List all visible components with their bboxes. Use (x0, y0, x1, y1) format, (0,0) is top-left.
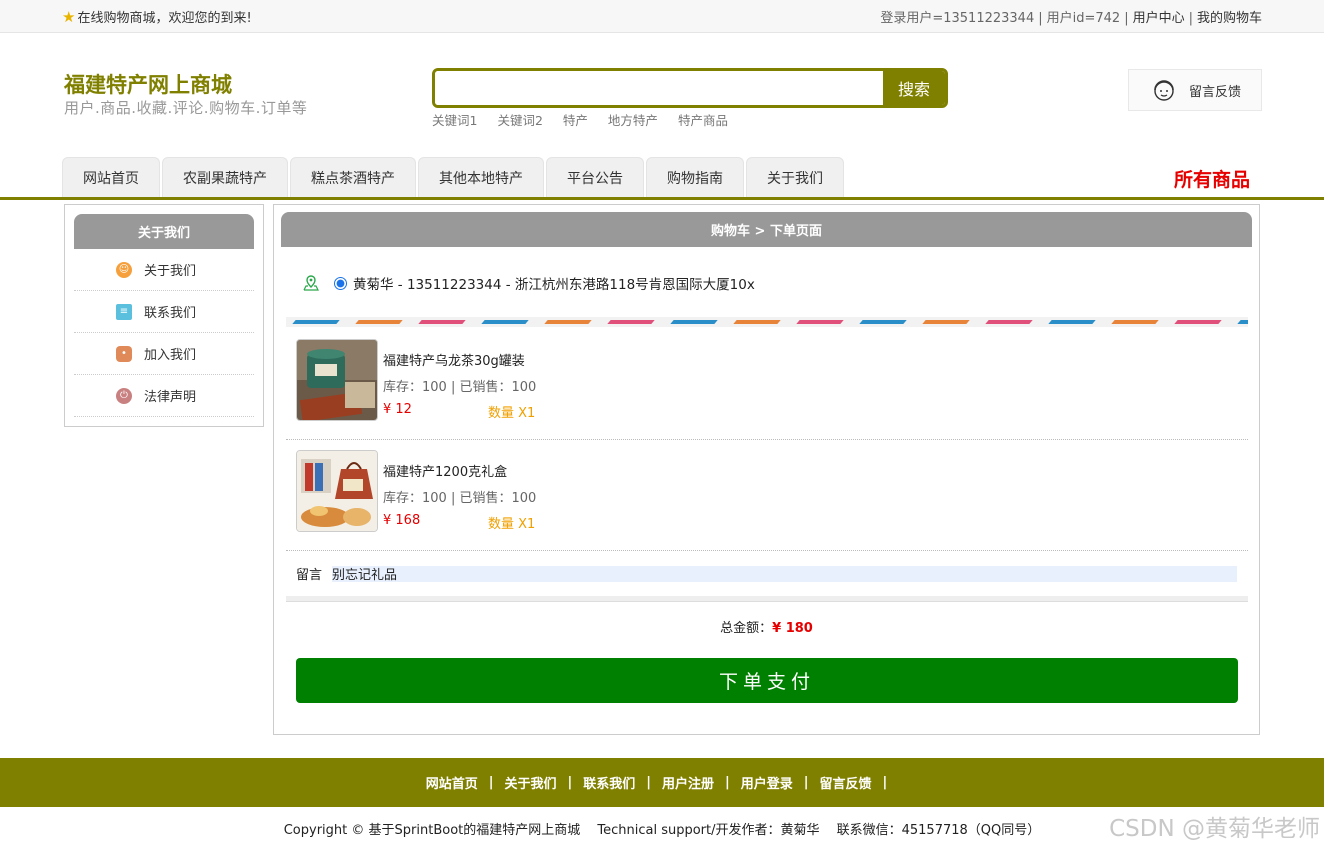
nav-tab-home[interactable]: 网站首页 (62, 157, 160, 197)
site-title[interactable]: 福建特产网上商城 (64, 69, 232, 99)
address-row: 黄菊华 - 13511223344 - 浙江杭州东港路118号肯恩国际大厦10x (302, 273, 755, 293)
hot-keywords: 关键词1 关键词2 特产 地方特产 特产商品 (432, 110, 728, 129)
sidebar: 关于我们 ☺ 关于我们 ≡ 联系我们 • 加入我们 ⏻ 法律声明 (64, 204, 264, 427)
feedback-label: 留言反馈 (1189, 84, 1242, 100)
order-item: 福建特产1200克礼盒 库存：100 | 已销售：100 ¥ 168 数量 X1 (286, 440, 1248, 551)
divider (286, 596, 1248, 602)
search-box: 搜索 (432, 68, 948, 108)
nav-tab-pastry-tea[interactable]: 糕点茶酒特产 (290, 157, 416, 197)
total-label: 总金额： (720, 621, 773, 636)
customer-service-icon (1154, 80, 1174, 101)
my-cart-link[interactable]: 我的购物车 (1197, 11, 1262, 26)
welcome-message: ★ 在线购物商城，欢迎您的到来! (62, 7, 252, 27)
stripe-segment (418, 320, 466, 324)
keyword-link[interactable]: 关键词2 (497, 110, 542, 129)
sidebar-item-legal[interactable]: ⏻ 法律声明 (74, 375, 254, 417)
all-goods-link[interactable]: 所有商品 (1174, 165, 1250, 192)
note-input[interactable] (332, 565, 1238, 582)
nav-tab-about[interactable]: 关于我们 (746, 157, 844, 197)
address-radio[interactable] (334, 276, 347, 290)
sidebar-item-label: 联系我们 (144, 306, 197, 321)
header: 福建特产网上商城 用户.商品.收藏.评论.购物车.订单等 搜索 关键词1 关键词… (0, 33, 1324, 157)
stripe-segment (1237, 320, 1248, 324)
address-text: 黄菊华 - 13511223344 - 浙江杭州东港路118号肯恩国际大厦10x (353, 277, 755, 293)
top-bar: ★ 在线购物商城，欢迎您的到来! 登录用户=13511223344 | 用户id=7… (0, 0, 1324, 33)
user-center-link[interactable]: 用户中心 (1133, 11, 1185, 26)
breadcrumb: 购物车 > 下单页面 (281, 212, 1252, 247)
stripe-segment (544, 320, 592, 324)
location-pin-icon (303, 275, 319, 291)
sidebar-item-label: 加入我们 (144, 348, 197, 363)
keyword-link[interactable]: 特产 (563, 110, 588, 129)
power-icon: ⏻ (116, 387, 132, 404)
sidebar-item-label: 关于我们 (144, 264, 197, 279)
sidebar-title: 关于我们 (74, 214, 254, 249)
footer-links: 网站首页 | 关于我们 | 联系我们 | 用户注册 | 用户登录 | 留言反馈 | (0, 758, 1324, 807)
footer-link-about[interactable]: 关于我们 (504, 773, 556, 792)
stripe-segment (1111, 320, 1159, 324)
keyword-link[interactable]: 地方特产 (608, 110, 658, 129)
feedback-button[interactable]: 留言反馈 (1128, 69, 1262, 111)
sidebar-item-label: 法律声明 (144, 390, 197, 405)
stripe-segment (985, 320, 1033, 324)
watermark: CSDN @黄菊华老师 (1109, 816, 1320, 842)
keyword-link[interactable]: 关键词1 (432, 110, 477, 129)
order-total: 总金额：¥ 180 (274, 617, 1259, 636)
stripe-segment (733, 320, 781, 324)
sidebar-item-join[interactable]: • 加入我们 (74, 333, 254, 375)
search-input[interactable] (435, 71, 883, 105)
product-name[interactable]: 福建特产1200克礼盒 (383, 461, 507, 480)
stripe-segment (1048, 320, 1096, 324)
stripe-segment (355, 320, 403, 324)
product-stock: 库存：100 | 已销售：100 (383, 380, 537, 395)
product-image-tea[interactable] (296, 339, 378, 421)
login-user: 登录用户=13511223344 (880, 11, 1035, 26)
star-icon: ★ (62, 7, 76, 26)
sidebar-item-contact[interactable]: ≡ 联系我们 (74, 291, 254, 333)
place-order-button[interactable]: 下单支付 (296, 658, 1238, 703)
stripe-segment (922, 320, 970, 324)
product-name[interactable]: 福建特产乌龙茶30g罐装 (383, 350, 525, 369)
total-amount: ¥ 180 (772, 621, 813, 636)
footer-link-feedback[interactable]: 留言反馈 (820, 773, 872, 792)
product-image-giftbox[interactable] (296, 450, 378, 532)
stripe-segment (292, 320, 340, 324)
nav-tab-other-local[interactable]: 其他本地特产 (418, 157, 544, 197)
order-note: 留言 (296, 564, 1238, 583)
lock-icon: • (116, 345, 132, 362)
stripe-segment (796, 320, 844, 324)
product-price: ¥ 12 (383, 402, 412, 417)
stripe-segment (481, 320, 529, 324)
footer-link-home[interactable]: 网站首页 (426, 773, 478, 792)
keyword-link[interactable]: 特产商品 (678, 110, 728, 129)
site-subtitle: 用户.商品.收藏.评论.购物车.订单等 (64, 99, 308, 117)
about-icon: ☺ (116, 261, 132, 278)
nav-tab-produce[interactable]: 农副果蔬特产 (162, 157, 288, 197)
user-links: 登录用户=13511223344 | 用户id=742 | 用户中心 | 我的购物车 (880, 11, 1262, 26)
product-stock: 库存：100 | 已销售：100 (383, 491, 537, 506)
order-item: 福建特产乌龙茶30g罐装 库存：100 | 已销售：100 ¥ 12 数量 X1 (286, 329, 1248, 440)
sidebar-item-about[interactable]: ☺ 关于我们 (74, 249, 254, 291)
footer-link-login[interactable]: 用户登录 (741, 773, 793, 792)
product-price: ¥ 168 (383, 513, 421, 528)
order-panel: 购物车 > 下单页面 黄菊华 - 13511223344 - 浙江杭州东港路11… (273, 204, 1260, 735)
clipboard-icon: ≡ (116, 303, 132, 320)
note-label: 留言 (296, 568, 323, 583)
stripe-segment (859, 320, 907, 324)
envelope-stripe-divider (286, 317, 1248, 327)
nav-tab-announcement[interactable]: 平台公告 (546, 157, 644, 197)
stripe-segment (607, 320, 655, 324)
footer-link-contact[interactable]: 联系我们 (583, 773, 635, 792)
welcome-text: 在线购物商城，欢迎您的到来! (77, 11, 252, 26)
user-id: 用户id=742 (1046, 11, 1121, 26)
stripe-segment (1174, 320, 1222, 324)
search-button[interactable]: 搜索 (883, 71, 945, 105)
product-quantity: 数量 X1 (488, 517, 536, 532)
stripe-segment (670, 320, 718, 324)
footer-link-register[interactable]: 用户注册 (662, 773, 714, 792)
product-quantity: 数量 X1 (488, 406, 536, 421)
nav-tab-guide[interactable]: 购物指南 (646, 157, 744, 197)
main-nav: 网站首页 农副果蔬特产 糕点茶酒特产 其他本地特产 平台公告 购物指南 关于我们… (0, 157, 1324, 200)
